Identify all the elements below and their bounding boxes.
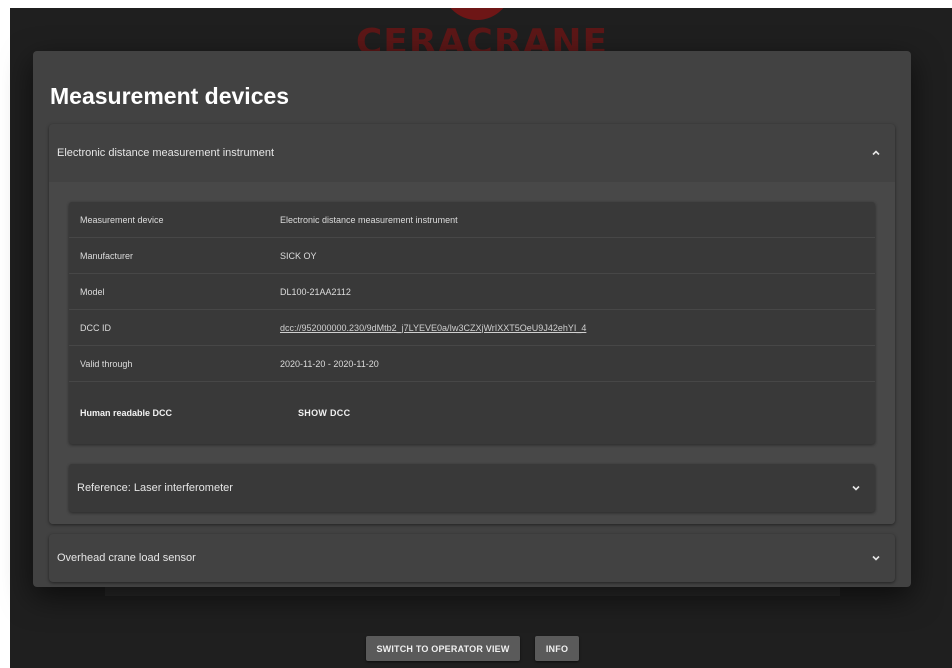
- chevron-down-icon[interactable]: [851, 483, 861, 493]
- accordion-title: Electronic distance measurement instrume…: [57, 147, 275, 159]
- accordion-header-edm[interactable]: Electronic distance measurement instrume…: [49, 124, 895, 182]
- table-row: DCC ID dcc://952000000.230/9dMtb2_j7LYEV…: [69, 310, 875, 346]
- table-row: Model DL100-21AA2112: [69, 274, 875, 310]
- accordion-body-edm: Measurement device Electronic distance m…: [49, 182, 895, 524]
- accordion-reference-laser: Reference: Laser interferometer: [69, 464, 875, 512]
- detail-value: SICK OY: [280, 250, 317, 261]
- chevron-down-icon[interactable]: [871, 553, 881, 563]
- background-panel-edge: [105, 586, 840, 596]
- detail-label: Valid through: [80, 358, 133, 369]
- detail-value: Electronic distance measurement instrume…: [280, 214, 458, 225]
- accordion-title: Reference: Laser interferometer: [77, 482, 233, 494]
- accordion-crane-load-sensor: Overhead crane load sensor: [49, 534, 895, 582]
- table-row: Manufacturer SICK OY: [69, 238, 875, 274]
- accordion-edm-instrument: Electronic distance measurement instrume…: [49, 124, 895, 524]
- show-dcc-button[interactable]: SHOW DCC: [289, 402, 359, 424]
- human-readable-dcc-label: Human readable DCC: [80, 408, 173, 418]
- accordion-header-reference[interactable]: Reference: Laser interferometer: [69, 464, 875, 512]
- measurement-devices-dialog: Measurement devices Electronic distance …: [33, 51, 911, 587]
- table-row: Measurement device Electronic distance m…: [69, 202, 875, 238]
- logo-mark: [442, 8, 512, 20]
- dialog-title: Measurement devices: [50, 83, 290, 109]
- detail-value: 2020-11-20 - 2020-11-20: [280, 358, 379, 369]
- table-row: Valid through 2020-11-20 - 2020-11-20: [69, 346, 875, 382]
- switch-to-operator-view-button[interactable]: SWITCH TO OPERATOR VIEW: [366, 636, 520, 661]
- detail-label: DCC ID: [80, 322, 111, 333]
- chevron-up-icon[interactable]: [871, 148, 881, 158]
- detail-label: Manufacturer: [80, 250, 134, 261]
- device-details-table: Measurement device Electronic distance m…: [69, 202, 875, 444]
- info-button[interactable]: INFO: [535, 636, 579, 661]
- detail-value: DL100-21AA2112: [280, 286, 351, 297]
- accordion-header-load-sensor[interactable]: Overhead crane load sensor: [49, 534, 895, 582]
- table-row: Human readable DCC SHOW DCC: [69, 382, 875, 444]
- dcc-id-link[interactable]: dcc://952000000.230/9dMtb2_j7LYEVE0a/Iw3…: [280, 323, 586, 333]
- accordion-title: Overhead crane load sensor: [57, 552, 196, 564]
- detail-label: Model: [80, 286, 105, 297]
- detail-label: Measurement device: [80, 214, 164, 225]
